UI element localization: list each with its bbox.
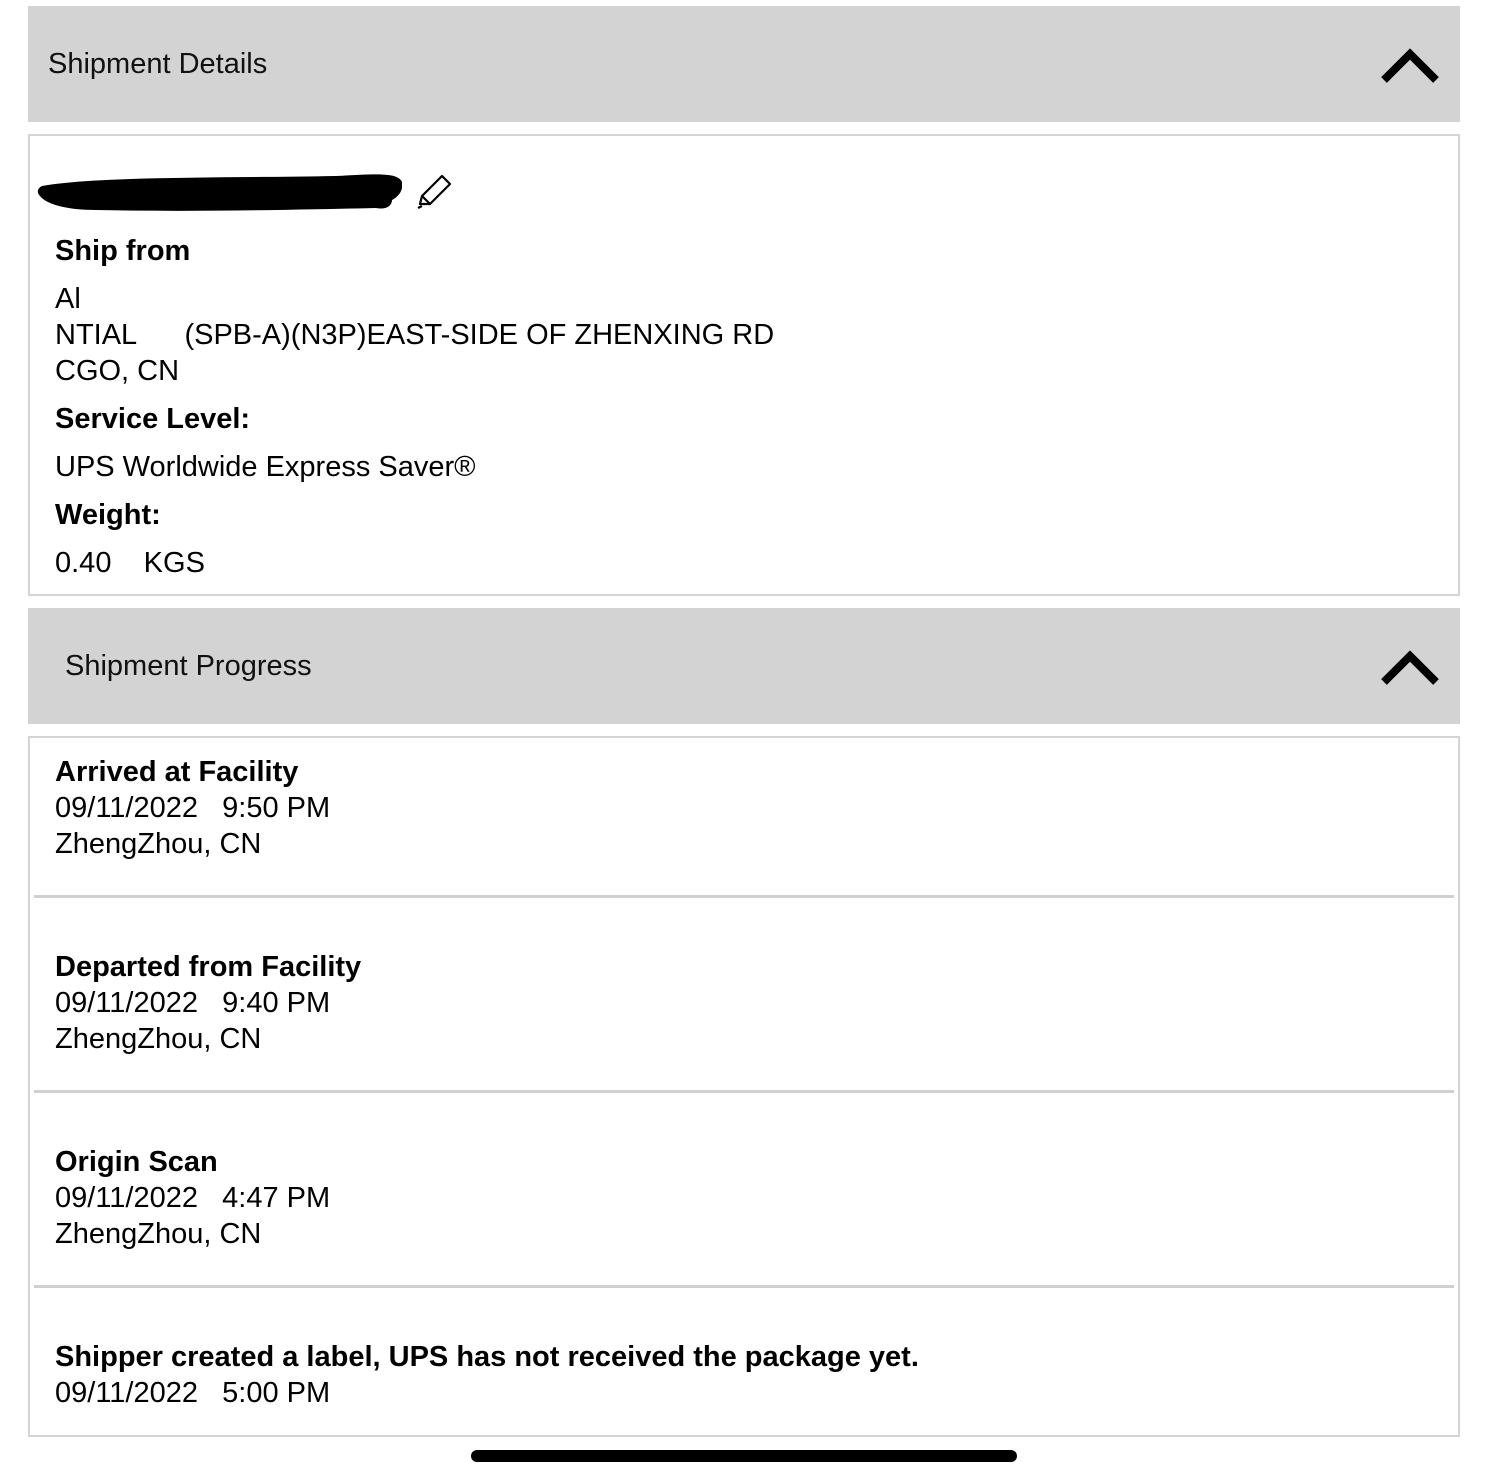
event-divider — [34, 1090, 1454, 1093]
ship-from-label: Ship from — [55, 235, 191, 267]
shipment-progress-header[interactable]: Shipment Progress — [28, 608, 1460, 724]
chevron-up-icon[interactable] — [1380, 648, 1440, 686]
ship-from-line-2: NTIAL (SPB-A)(N3P)EAST-SIDE OF ZHENXING … — [55, 319, 775, 351]
event-divider — [34, 895, 1454, 898]
shipment-details-title: Shipment Details — [48, 48, 268, 80]
event-status: Origin Scan — [55, 1146, 218, 1178]
event-location: ZhengZhou, CN — [55, 1023, 262, 1055]
weight-label: Weight: — [55, 499, 161, 531]
event-divider — [34, 1285, 1454, 1288]
event-status: Departed from Facility — [55, 951, 362, 983]
chevron-up-icon[interactable] — [1380, 46, 1440, 84]
shipment-details-header[interactable]: Shipment Details — [28, 6, 1460, 122]
event-datetime: 09/11/2022 5:00 PM — [55, 1377, 331, 1409]
pencil-icon[interactable] — [414, 172, 454, 212]
event-location: ZhengZhou, CN — [55, 1218, 262, 1250]
weight-value: 0.40 KGS — [55, 547, 205, 579]
event-status: Shipper created a label, UPS has not rec… — [55, 1341, 919, 1373]
shipment-details-panel: Ship from Al NTIAL (SPB-A)(N3P)EAST-SIDE… — [28, 134, 1460, 596]
service-level-label: Service Level: — [55, 403, 251, 435]
redacted-tracking-number — [37, 174, 402, 211]
ship-from-line-1: Al — [55, 283, 81, 315]
home-indicator[interactable] — [471, 1450, 1017, 1462]
shipment-progress-panel: Arrived at Facility 09/11/2022 9:50 PM Z… — [28, 736, 1460, 1437]
event-status: Arrived at Facility — [55, 756, 299, 788]
shipment-progress-title: Shipment Progress — [65, 650, 312, 682]
event-datetime: 09/11/2022 4:47 PM — [55, 1182, 331, 1214]
service-level-value: UPS Worldwide Express Saver® — [55, 451, 476, 483]
ship-from-line-3: CGO, CN — [55, 355, 180, 387]
event-datetime: 09/11/2022 9:40 PM — [55, 987, 331, 1019]
event-datetime: 09/11/2022 9:50 PM — [55, 792, 331, 824]
event-location: ZhengZhou, CN — [55, 828, 262, 860]
